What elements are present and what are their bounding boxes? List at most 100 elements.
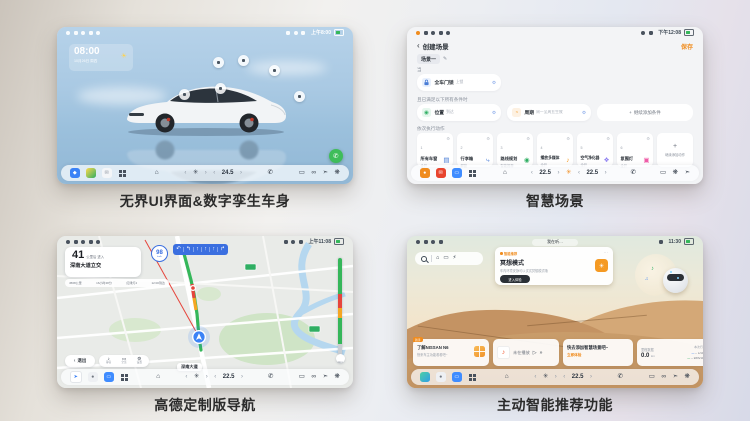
- gear-icon[interactable]: ⚙: [492, 80, 496, 86]
- screen-icon[interactable]: ▭: [649, 374, 655, 381]
- temp-down-chevron[interactable]: ‹: [563, 374, 565, 380]
- recommendation-card[interactable]: 智能推荐 ··· 冥想模式 车内环境安静可以试试冥想模式哦 进入体验 ☀: [495, 247, 613, 285]
- seat-heat-icon[interactable]: ✳: [194, 374, 199, 381]
- app-icon-files[interactable]: ▭: [452, 168, 462, 178]
- home-icon[interactable]: ⌂: [503, 170, 507, 177]
- next-track-button[interactable]: »: [540, 350, 543, 356]
- action-card[interactable]: 1 ⚙ 所有车窗 全开 ▤: [417, 133, 453, 167]
- action-card[interactable]: 3 ⚙ 路线规划 智能推荐 ◉: [497, 133, 533, 167]
- app-icon-assistant[interactable]: [420, 372, 430, 382]
- share-icon[interactable]: ➣: [323, 170, 328, 177]
- temp-up-chevron[interactable]: ›: [240, 170, 242, 176]
- window-hotspot[interactable]: [238, 55, 249, 66]
- seat-heat-icon[interactable]: ✳: [193, 170, 198, 177]
- seat-right-chevron[interactable]: ›: [205, 170, 207, 176]
- app-icon-profile[interactable]: ●: [420, 168, 430, 178]
- play-button[interactable]: ▷: [533, 350, 537, 356]
- charge-port-hotspot[interactable]: [269, 65, 280, 76]
- app-drawer-icon[interactable]: [119, 170, 122, 173]
- temp-up-chevron[interactable]: ›: [590, 374, 592, 380]
- mute-button[interactable]: ♪静音: [106, 357, 111, 365]
- app-icon-mail[interactable]: ✉: [436, 168, 446, 178]
- widget-icon[interactable]: ▭: [443, 256, 448, 262]
- app-drawer-icon[interactable]: [469, 170, 472, 173]
- trigger-card[interactable]: 全车门锁 上锁 ⚙: [417, 74, 501, 91]
- carplay-link-icon[interactable]: ∞: [311, 170, 316, 177]
- app-icon-media[interactable]: ▭: [104, 372, 114, 382]
- gear-icon[interactable]: ⚙: [446, 136, 450, 141]
- share-icon[interactable]: ➣: [323, 374, 328, 381]
- try-now-link[interactable]: 立即体验: [567, 353, 629, 358]
- seat-right-chevron[interactable]: ›: [555, 374, 557, 380]
- car-3d-model[interactable]: [121, 75, 291, 142]
- onboarding-card[interactable]: 新手 了解NISSAN N6 快来车主功能看看吧~: [413, 339, 489, 366]
- gear-icon[interactable]: ⚙: [526, 136, 530, 141]
- temp-left-up-chevron[interactable]: ›: [558, 170, 560, 176]
- screen-icon[interactable]: ▭: [660, 170, 666, 177]
- clock-widget[interactable]: 08:00 10月26日 周四 ☀: [69, 44, 133, 71]
- seat-heat-icon[interactable]: ✳: [543, 374, 548, 381]
- back-icon[interactable]: ‹: [417, 42, 420, 50]
- user-icon[interactable]: [66, 31, 70, 35]
- temp-up-chevron[interactable]: ›: [241, 374, 243, 380]
- save-button[interactable]: 保存: [681, 42, 693, 51]
- front-hood-hotspot[interactable]: [179, 89, 190, 100]
- gear-icon[interactable]: ⚙: [582, 110, 586, 116]
- overview-button[interactable]: ▭全览: [121, 357, 126, 365]
- share-icon[interactable]: ➣: [685, 170, 690, 177]
- seat-left-chevron[interactable]: ‹: [184, 170, 186, 176]
- settings-button[interactable]: ⚙设置: [137, 357, 142, 365]
- action-card[interactable]: 4 ⚙ 播放多媒体 全开 ♪: [537, 133, 573, 167]
- home-icon[interactable]: ⌂: [155, 170, 159, 177]
- add-condition-button[interactable]: + 继续添加条件: [597, 104, 693, 121]
- carplay-link-icon[interactable]: ∞: [661, 374, 666, 381]
- gear-icon[interactable]: ⚙: [606, 136, 610, 141]
- phone-icon[interactable]: ✆: [268, 170, 273, 177]
- home-icon[interactable]: ⌂: [505, 374, 509, 381]
- enter-experience-button[interactable]: 进入体验: [500, 275, 530, 283]
- music-player-card[interactable]: ♪ 未在播放 ▷ »: [493, 339, 559, 366]
- trunk-hotspot[interactable]: [294, 91, 305, 102]
- gear-icon[interactable]: ⚙: [492, 110, 496, 116]
- fan-icon[interactable]: ❋: [673, 170, 678, 177]
- door-lock-hotspot[interactable]: [213, 57, 224, 68]
- share-icon[interactable]: ➣: [673, 374, 678, 381]
- carplay-link-icon[interactable]: ∞: [311, 374, 316, 381]
- screen-icon[interactable]: ▭: [299, 374, 305, 381]
- voice-icon[interactable]: ⚡: [453, 256, 457, 262]
- fan-icon[interactable]: ❋: [685, 374, 690, 381]
- gear-icon[interactable]: ⚙: [566, 136, 570, 141]
- phone-icon[interactable]: ✆: [631, 170, 636, 177]
- app-icon-media[interactable]: ▭: [452, 372, 462, 382]
- search-pill[interactable]: ⌂ ▭ ⚡: [415, 252, 483, 265]
- screen-icon[interactable]: ▭: [299, 170, 305, 177]
- action-card[interactable]: 6 ⚙ 氛围灯 全开 ▣: [617, 133, 653, 167]
- robot-assistant[interactable]: [663, 268, 688, 293]
- mileage-card[interactable]: 里程数据 0.0 km 本次行程 % — -- L/100km — -- kWh…: [637, 339, 703, 366]
- fan-icon[interactable]: ✳: [566, 170, 571, 177]
- fan-icon[interactable]: ❋: [335, 374, 340, 381]
- fan-icon[interactable]: ❋: [335, 170, 340, 177]
- phone-icon[interactable]: ✆: [268, 374, 273, 381]
- app-drawer-icon[interactable]: [469, 374, 472, 377]
- edit-icon[interactable]: ✎: [443, 56, 447, 62]
- home-icon[interactable]: ⌂: [436, 256, 439, 262]
- scene-suggestion-card[interactable]: 快去添加智慧场景吧~ 立即体验: [563, 339, 633, 366]
- scene-name-tag[interactable]: 场景一: [417, 54, 440, 64]
- temp-down-chevron[interactable]: ‹: [213, 170, 215, 176]
- action-card[interactable]: 5 ⚙ 空气净化器 全开 ❖: [577, 133, 613, 167]
- app-drawer-icon[interactable]: [121, 374, 124, 377]
- condition-card[interactable]: ◉ 位置 到达 ⚙: [417, 104, 501, 121]
- seat-left-chevron[interactable]: ‹: [185, 374, 187, 380]
- mirror-hotspot[interactable]: [215, 83, 226, 94]
- home-icon[interactable]: ⌂: [156, 374, 160, 381]
- gear-icon[interactable]: ⚙: [486, 136, 490, 141]
- app-icon-messages[interactable]: ✉: [102, 168, 112, 178]
- action-card[interactable]: 2 ⚙ 行李箱 解锁 ⤷: [457, 133, 493, 167]
- more-icon[interactable]: ···: [604, 252, 609, 254]
- app-icon-assistant[interactable]: ◆: [70, 168, 80, 178]
- app-icon-amap[interactable]: ➤: [70, 371, 82, 383]
- condition-card[interactable]: ◔ 周期 周一至周五生效 ⚙: [507, 104, 591, 121]
- app-icon-profile[interactable]: ●: [88, 372, 98, 382]
- gear-icon[interactable]: ⚙: [646, 136, 650, 141]
